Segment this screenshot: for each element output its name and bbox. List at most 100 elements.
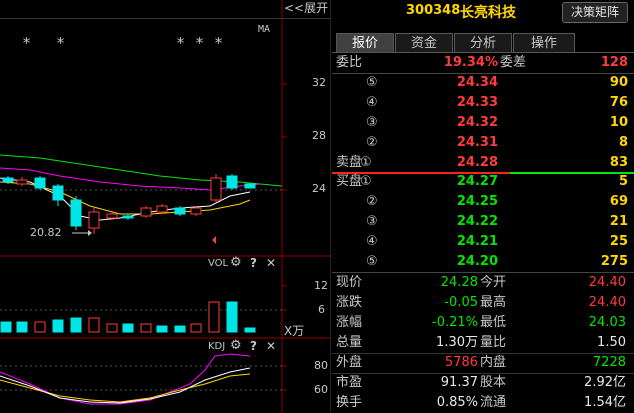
- price-axis-28: 28: [312, 129, 326, 142]
- shiying-value: 91.37: [440, 375, 478, 390]
- bid-row-5[interactable]: ⑤ 24.20 275: [332, 252, 634, 272]
- weicha-value: 128: [600, 55, 628, 70]
- ask-price: 24.31: [456, 135, 498, 150]
- volume-bar: [226, 301, 238, 333]
- weibi-label: 委比: [336, 55, 363, 70]
- candle-body: [88, 211, 100, 229]
- kdj-label: KDJ: [208, 341, 226, 352]
- kdj-k-line: [0, 367, 251, 404]
- shiying-label: 市盈: [336, 375, 363, 390]
- tab-quote[interactable]: 报价: [336, 33, 394, 52]
- liangbi-label: 量比: [480, 335, 507, 350]
- weicha-label: 委差: [500, 55, 527, 70]
- bid-level-label: ②: [366, 194, 378, 209]
- zhangfu-value: -0.21%: [432, 315, 478, 330]
- candle-body: [34, 177, 46, 189]
- bid-side-label: 买盘: [336, 174, 363, 189]
- bid-price: 24.25: [456, 194, 498, 209]
- candle-body: [190, 207, 202, 215]
- kline-chart[interactable]: <<展开 MA * * * * * 32 28 24 20.82 VOL ⚙ ?…: [0, 0, 331, 413]
- gear-icon[interactable]: ⚙: [230, 338, 242, 353]
- liangbi-value: 1.50: [597, 335, 626, 350]
- candle-body: [210, 177, 222, 201]
- stat-row-zongliang: 总量 1.30万 量比 1.50: [332, 333, 634, 353]
- quote-panel: 300348 长亮科技 决策矩阵 报价 资金 分析 操作 委比 19.34% 委…: [332, 0, 634, 413]
- volume-bar: [190, 323, 202, 333]
- bid-row-2[interactable]: ② 24.25 69: [332, 192, 634, 212]
- vol-unit: X万: [284, 324, 305, 338]
- bid-row-1[interactable]: 买盘 ① 24.27 5: [332, 172, 634, 192]
- tab-analysis[interactable]: 分析: [454, 33, 512, 52]
- gear-icon[interactable]: ⚙: [230, 255, 242, 270]
- bid-price: 24.20: [456, 254, 498, 269]
- candle-body: [140, 207, 152, 217]
- tab-operation[interactable]: 操作: [513, 33, 575, 52]
- ask-row-2[interactable]: ② 24.31 8: [332, 133, 634, 153]
- candle-body: [174, 207, 186, 215]
- bid-row-3[interactable]: ③ 24.22 21: [332, 212, 634, 232]
- volume-bar: [244, 327, 256, 333]
- ask-row-1[interactable]: 卖盘 ① 24.28 83: [332, 153, 634, 173]
- ask-volume: 10: [609, 115, 628, 130]
- huanshou-label: 换手: [336, 395, 363, 410]
- low-price-marker: 20.82: [30, 226, 62, 239]
- question-icon[interactable]: ?: [250, 339, 257, 353]
- stock-name: 长亮科技: [460, 5, 516, 21]
- bid-volume: 25: [609, 234, 628, 249]
- signal-marker: [212, 236, 216, 244]
- kline-svg[interactable]: [0, 0, 331, 413]
- bid-level-label: ③: [366, 214, 378, 229]
- volume-bar: [106, 323, 118, 333]
- stat-row-zhangdie: 涨跌 -0.05 最高 24.40: [332, 293, 634, 313]
- ask-volume: 90: [609, 75, 628, 90]
- volume-bar: [16, 321, 28, 333]
- tab-funds[interactable]: 资金: [395, 33, 453, 52]
- ask-level-label: ⑤: [366, 75, 378, 90]
- volume-bar: [156, 325, 168, 333]
- volume-bar: [0, 321, 12, 333]
- decision-matrix-button[interactable]: 决策矩阵: [562, 2, 628, 23]
- volume-bar: [208, 301, 220, 333]
- candle-body: [244, 183, 256, 189]
- ask-price: 24.32: [456, 115, 498, 130]
- vol-axis-6: 6: [318, 303, 325, 316]
- vol-label: VOL: [208, 258, 229, 269]
- candle-body: [226, 175, 238, 189]
- neipan-label: 内盘: [480, 355, 507, 370]
- ask-level-label: ④: [366, 95, 378, 110]
- kdj-j-line: [0, 353, 251, 405]
- ask-level-label: ③: [366, 115, 378, 130]
- candle-body: [16, 179, 28, 185]
- question-icon[interactable]: ?: [250, 256, 257, 270]
- ask-row-3[interactable]: ③ 24.32 10: [332, 113, 634, 133]
- ask-volume: 8: [618, 135, 628, 150]
- stat-row-xianjia: 现价 24.28 今开 24.40: [332, 273, 634, 293]
- close-icon[interactable]: ✕: [266, 339, 276, 353]
- neipan-value: 7228: [592, 355, 626, 370]
- bid-row-4[interactable]: ④ 24.21 25: [332, 232, 634, 252]
- ask-row-5[interactable]: ⑤ 24.34 90: [332, 73, 634, 93]
- zongliang-value: 1.30万: [436, 335, 478, 350]
- volume-bar: [52, 319, 64, 333]
- xianjia-label: 现价: [336, 275, 363, 290]
- ask-price: 24.33: [456, 95, 498, 110]
- tab-bar: 报价 资金 分析 操作: [332, 32, 634, 53]
- guben-label: 股本: [480, 375, 507, 390]
- liutong-label: 流通: [480, 395, 507, 410]
- candle-body: [70, 199, 82, 227]
- close-icon[interactable]: ✕: [266, 256, 276, 270]
- waipan-value: 5786: [444, 355, 478, 370]
- volume-bar: [34, 321, 46, 333]
- ask-row-4[interactable]: ④ 24.33 76: [332, 93, 634, 113]
- stat-row-zhangfu: 涨幅 -0.21% 最低 24.03: [332, 313, 634, 333]
- bid-volume: 69: [609, 194, 628, 209]
- zhangdie-value: -0.05: [444, 295, 478, 310]
- volume-bar: [122, 323, 134, 333]
- weibi-row: 委比 19.34% 委差 128: [332, 53, 634, 73]
- jinkai-value: 24.40: [588, 275, 626, 290]
- liutong-value: 1.54亿: [584, 395, 626, 410]
- volume-bar: [174, 325, 186, 333]
- ask-volume: 76: [609, 95, 628, 110]
- zongliang-label: 总量: [336, 335, 363, 350]
- expand-button[interactable]: <<展开: [284, 0, 328, 16]
